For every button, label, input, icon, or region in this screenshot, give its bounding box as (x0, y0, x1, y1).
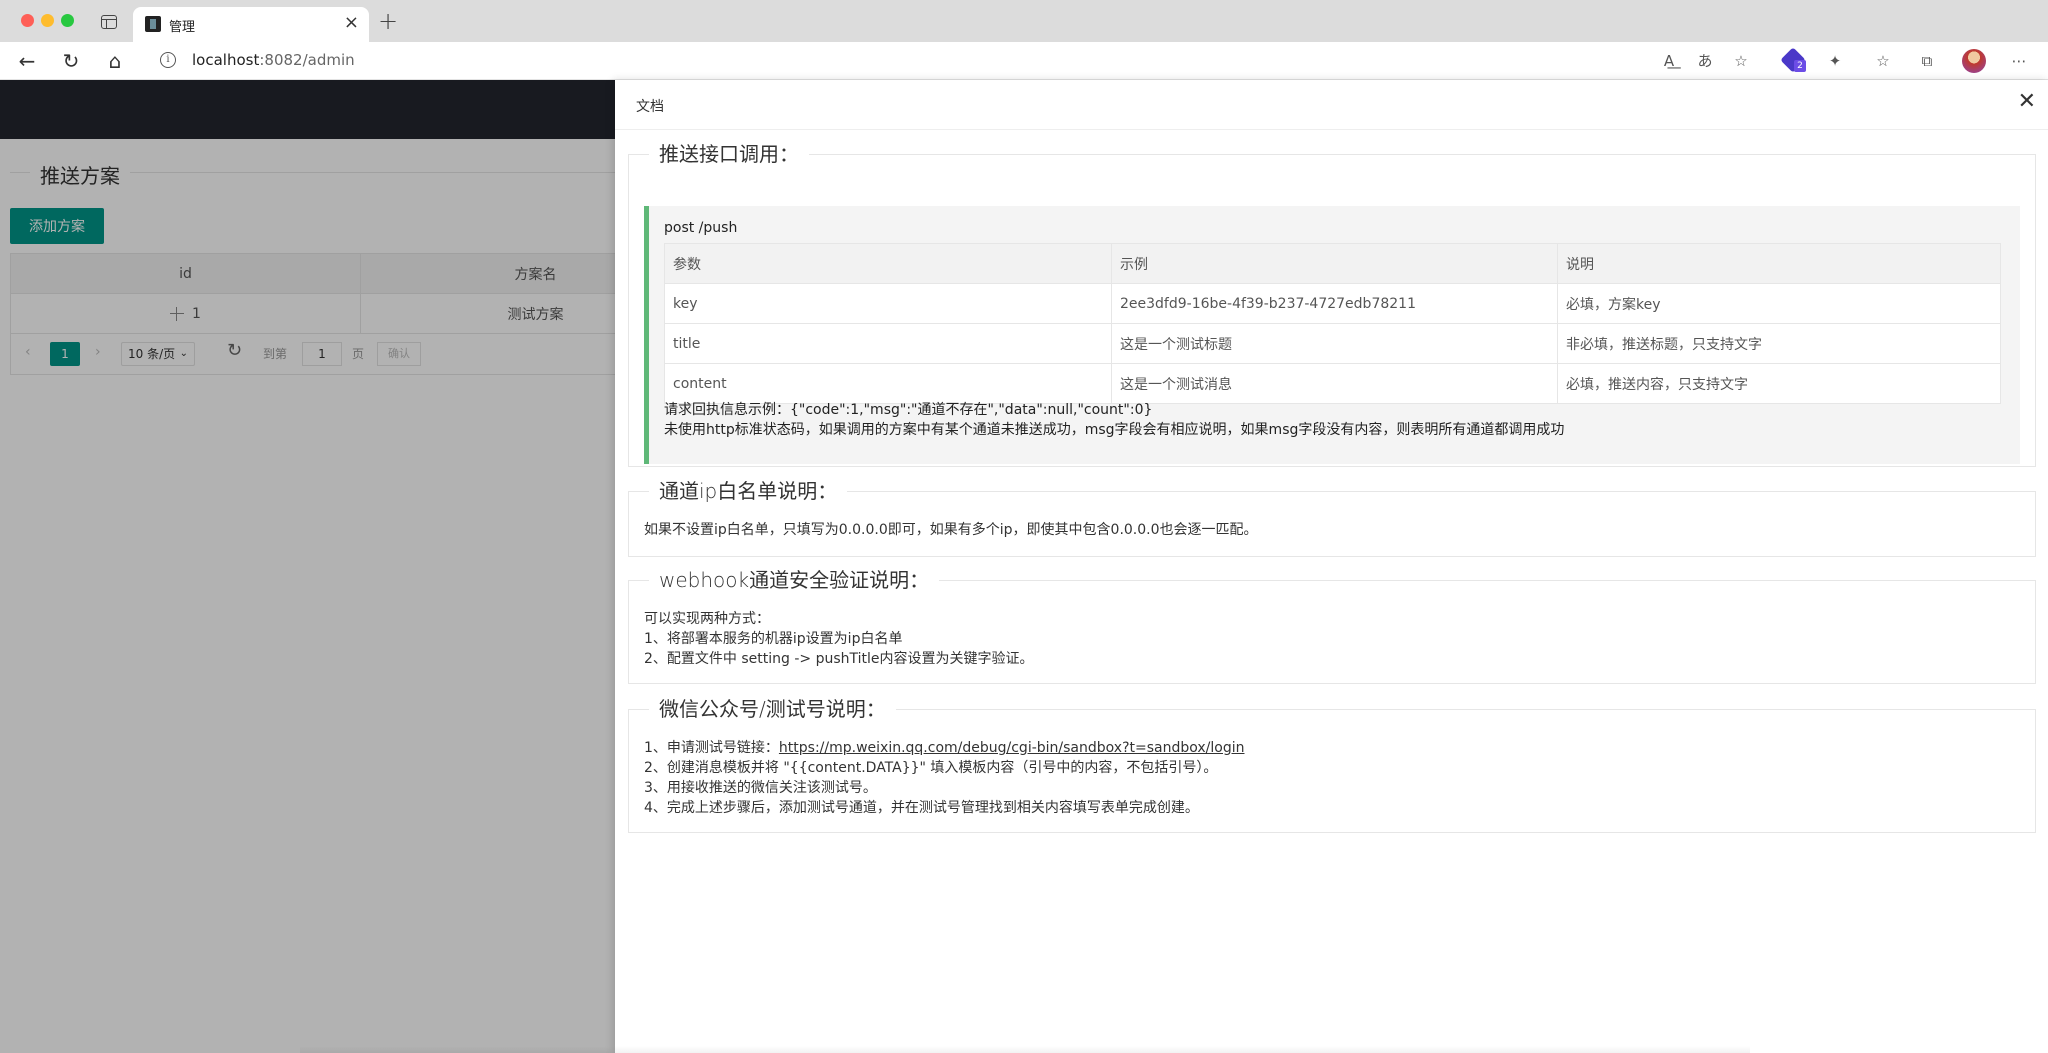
favorites-icon[interactable]: ☆ (1872, 51, 1894, 71)
param-desc: 必填，推送内容，只支持文字 (1557, 363, 2001, 404)
header-desc: 说明 (1557, 243, 2001, 284)
status-code-note: 未使用http标准状态码，如果调用的方案中有某个通道未推送成功，msg字段会有相… (664, 422, 1565, 438)
wechat-line: 4、完成上述步骤后，添加测试号通道，并在测试号管理找到相关内容填写表单完成创建。 (644, 800, 1199, 816)
push-api-quote: post /push 参数 示例 说明 key 2ee3dfd9-16be-4f… (644, 206, 2020, 464)
favicon-icon (145, 16, 161, 32)
favorite-add-icon[interactable]: ☆ (1730, 51, 1752, 71)
param-example: 这是一个测试消息 (1111, 363, 1558, 404)
window-close-button[interactable] (21, 14, 34, 27)
tab-close-icon[interactable]: × (344, 13, 359, 33)
param-table-header: 参数 示例 说明 (664, 243, 2001, 284)
sandbox-link[interactable]: https://mp.weixin.qq.com/debug/cgi-bin/s… (779, 740, 1245, 756)
refresh-icon[interactable]: ↻ (60, 50, 82, 72)
browser-tab-bar: 管理 × + (0, 0, 2048, 42)
webhook-section: webhook通道安全验证说明： 可以实现两种方式： 1、将部署本服务的机器ip… (628, 567, 2036, 684)
table-row: key 2ee3dfd9-16be-4f39-b237-4727edb78211… (664, 283, 2001, 324)
doc-drawer: 文档 ✕ 推送接口调用： post /push 参数 示例 说明 key 2ee… (615, 80, 2048, 1053)
wechat-link-prefix: 1、申请测试号链接： (644, 740, 779, 756)
webhook-line: 1、将部署本服务的机器ip设置为ip白名单 (644, 631, 903, 647)
back-icon[interactable]: ← (16, 50, 38, 72)
profile-avatar[interactable] (1962, 49, 1986, 73)
wechat-legend: 微信公众号/测试号说明： (649, 696, 896, 722)
param-example: 2ee3dfd9-16be-4f39-b237-4727edb78211 (1111, 283, 1558, 324)
home-icon[interactable]: ⌂ (104, 50, 126, 72)
url-path: :8082/admin (259, 51, 355, 69)
puzzle-icon[interactable]: ✦ (1824, 51, 1846, 71)
wechat-section: 微信公众号/测试号说明： 1、申请测试号链接：https://mp.weixin… (628, 696, 2036, 833)
url-host: localhost (192, 51, 260, 69)
param-example: 这是一个测试标题 (1111, 323, 1558, 364)
window-zoom-button[interactable] (61, 14, 74, 27)
close-icon[interactable]: ✕ (2018, 90, 2036, 114)
browser-tab-active[interactable]: 管理 × (133, 7, 369, 42)
webhook-line: 2、配置文件中 setting -> pushTitle内容设置为关键字验证。 (644, 651, 1034, 667)
table-row: title 这是一个测试标题 非必填，推送标题，只支持文字 (664, 323, 2001, 364)
tab-title: 管理 (169, 20, 196, 35)
extension-badge: 2 (1794, 60, 1806, 72)
site-info-icon[interactable]: i (160, 52, 176, 68)
drawer-title: 文档 (636, 99, 664, 115)
window-minimize-button[interactable] (41, 14, 54, 27)
browser-toolbar: ← ↻ ⌂ i localhost:8082/admin A͟ あ ☆ 2 ✦ … (0, 42, 2048, 80)
api-endpoint: post /push (664, 220, 738, 236)
wechat-text: 1、申请测试号链接：https://mp.weixin.qq.com/debug… (644, 738, 1244, 818)
webhook-legend: webhook通道安全验证说明： (649, 567, 940, 593)
response-example: 请求回执信息示例：{"code":1,"msg":"通道不存在","data":… (664, 402, 1153, 418)
collections-icon[interactable]: ⧉ (1916, 51, 1938, 71)
param-desc: 必填，方案key (1557, 283, 2001, 324)
wechat-line: 3、用接收推送的微信关注该测试号。 (644, 780, 877, 796)
wechat-line: 2、创建消息模板并将 "{{content.DATA}}" 填入模板内容（引号中… (644, 760, 1218, 776)
header-param: 参数 (664, 243, 1112, 284)
read-aloud-icon[interactable]: A͟ (1658, 51, 1680, 71)
header-example: 示例 (1111, 243, 1558, 284)
response-notes: 请求回执信息示例：{"code":1,"msg":"通道不存在","data":… (664, 400, 1564, 440)
push-api-section: 推送接口调用： post /push 参数 示例 说明 key 2ee3dfd9… (628, 141, 2036, 467)
push-api-legend: 推送接口调用： (649, 141, 809, 167)
param-name: title (664, 323, 1112, 364)
more-icon[interactable]: ⋯ (2008, 51, 2030, 71)
drawer-header: 文档 ✕ (615, 80, 2048, 130)
param-name: key (664, 283, 1112, 324)
address-bar[interactable]: localhost:8082/admin (192, 51, 355, 69)
bottom-shadow (300, 1046, 1750, 1053)
param-desc: 非必填，推送标题，只支持文字 (1557, 323, 2001, 364)
ip-whitelist-section: 通道ip白名单说明： 如果不设置ip白名单，只填写为0.0.0.0即可，如果有多… (628, 478, 2036, 557)
webhook-text: 可以实现两种方式： 1、将部署本服务的机器ip设置为ip白名单 2、配置文件中 … (644, 609, 1034, 669)
translate-icon[interactable]: あ (1694, 51, 1716, 71)
webhook-line: 可以实现两种方式： (644, 611, 770, 627)
ip-whitelist-legend: 通道ip白名单说明： (649, 478, 848, 504)
new-tab-icon[interactable]: + (378, 8, 398, 34)
param-table: 参数 示例 说明 key 2ee3dfd9-16be-4f39-b237-472… (664, 243, 2001, 404)
tab-actions-icon[interactable] (101, 15, 117, 29)
param-name: content (664, 363, 1112, 404)
ip-whitelist-text: 如果不设置ip白名单，只填写为0.0.0.0即可，如果有多个ip，即使其中包含0… (644, 522, 1258, 538)
wechat-line: 1、申请测试号链接：https://mp.weixin.qq.com/debug… (644, 738, 1244, 758)
table-row: content 这是一个测试消息 必填，推送内容，只支持文字 (664, 363, 2001, 404)
